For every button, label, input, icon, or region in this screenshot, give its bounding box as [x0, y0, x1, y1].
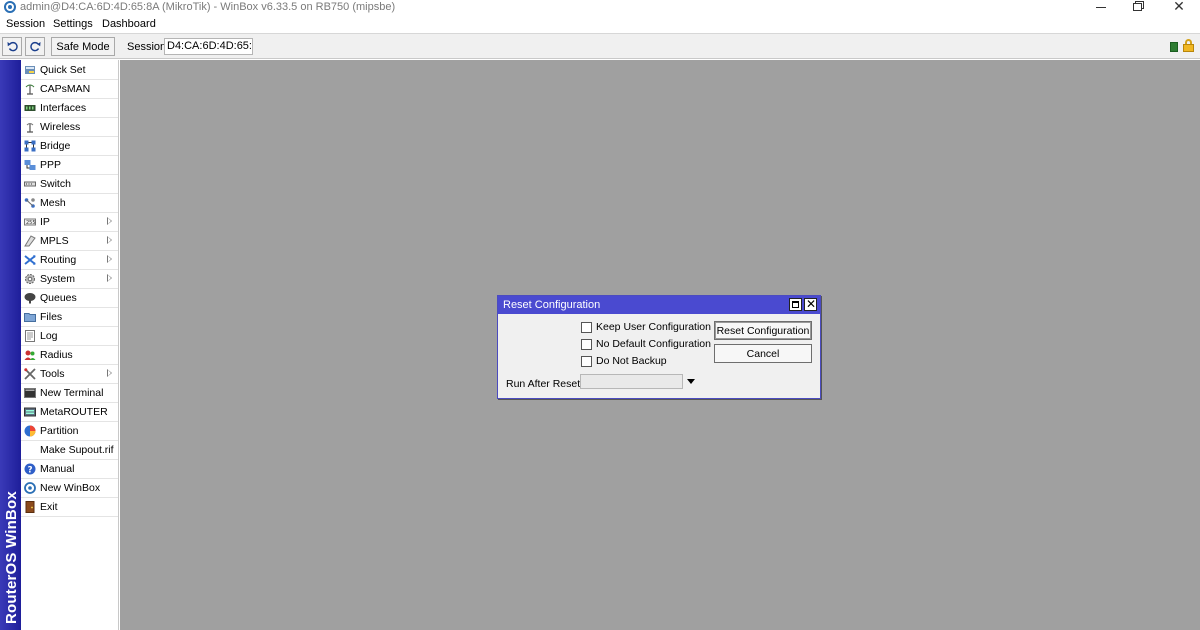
- minimize-icon: [1096, 6, 1106, 8]
- sidebar-item-routing[interactable]: Routing: [21, 251, 118, 270]
- submenu-arrow-icon: [107, 369, 112, 377]
- radius-icon: [24, 350, 36, 360]
- keep-user-configuration-checkbox[interactable]: [581, 321, 592, 333]
- sidebar-item-make-supout[interactable]: Make Supout.rif: [21, 441, 118, 460]
- partition-pie-icon: [24, 425, 36, 437]
- menu-settings[interactable]: Settings: [53, 18, 93, 30]
- tools-icon: [24, 368, 36, 380]
- queues-icon: [24, 293, 36, 304]
- svg-text:255: 255: [26, 220, 36, 226]
- menu-dashboard[interactable]: Dashboard: [102, 18, 156, 30]
- sidebar-item-ip[interactable]: 255 IP: [21, 213, 118, 232]
- minimize-button[interactable]: [1081, 0, 1121, 14]
- do-not-backup-option[interactable]: Do Not Backup: [581, 355, 667, 367]
- close-icon: ✕: [806, 297, 817, 311]
- mesh-icon: [24, 198, 35, 208]
- no-default-configuration-checkbox[interactable]: [581, 338, 592, 350]
- submenu-arrow-icon: [107, 217, 112, 225]
- sidebar-item-files[interactable]: Files: [21, 308, 118, 327]
- interfaces-icon: [24, 105, 36, 111]
- no-default-configuration-option[interactable]: No Default Configuration: [581, 338, 711, 350]
- redo-icon: [29, 41, 40, 52]
- sidebar-item-wireless[interactable]: Wireless: [21, 118, 118, 137]
- reset-configuration-dialog: Reset Configuration ✕ Keep User Configur…: [497, 295, 821, 399]
- sidebar-item-exit[interactable]: Exit: [21, 498, 118, 517]
- run-after-reset-label: Run After Reset:: [506, 378, 584, 390]
- terminal-icon: [24, 388, 36, 398]
- minimize-icon: [792, 301, 799, 308]
- sidebar-item-capsman[interactable]: CAPsMAN: [21, 80, 118, 99]
- submenu-arrow-icon: [107, 274, 112, 282]
- session-field[interactable]: D4:CA:6D:4D:65:8A: [164, 38, 253, 55]
- sidebar-item-system[interactable]: System: [21, 270, 118, 289]
- title-bar: admin@D4:CA:6D:4D:65:8A (MikroTik) - Win…: [0, 0, 1200, 16]
- sidebar-item-mesh[interactable]: Mesh: [21, 194, 118, 213]
- sidebar-menu: Quick Set CAPsMAN Interfaces Wireless Br…: [21, 60, 119, 630]
- close-icon: ✕: [1173, 0, 1185, 15]
- session-label: Session:: [127, 41, 170, 53]
- mpls-icon: [24, 235, 36, 247]
- dialog-minimize-button[interactable]: [789, 298, 802, 311]
- sidebar-item-queues[interactable]: Queues: [21, 289, 118, 308]
- reset-configuration-button[interactable]: Reset Configuration: [714, 321, 812, 340]
- winbox-app-icon: [4, 1, 16, 13]
- cancel-button[interactable]: Cancel: [714, 344, 812, 363]
- restore-icon: [1132, 3, 1142, 11]
- menu-session[interactable]: Session: [6, 18, 45, 30]
- submenu-arrow-icon: [107, 255, 112, 263]
- do-not-backup-checkbox[interactable]: [581, 355, 592, 367]
- undo-icon: [7, 41, 18, 52]
- sidebar-item-bridge[interactable]: Bridge: [21, 137, 118, 156]
- sidebar-item-radius[interactable]: Radius: [21, 346, 118, 365]
- submenu-arrow-icon: [107, 236, 112, 244]
- redo-button[interactable]: [25, 37, 45, 56]
- lock-icon: [1183, 39, 1194, 53]
- dialog-close-button[interactable]: ✕: [804, 297, 817, 311]
- ip-icon: 255: [24, 218, 36, 226]
- sidebar-item-switch[interactable]: Switch: [21, 175, 118, 194]
- sidebar-item-manual[interactable]: ? Manual: [21, 460, 118, 479]
- keep-user-configuration-option[interactable]: Keep User Configuration: [581, 321, 711, 333]
- sidebar-item-quick-set[interactable]: Quick Set: [21, 61, 118, 80]
- sidebar-item-new-terminal[interactable]: New Terminal: [21, 384, 118, 403]
- quick-set-icon: [25, 66, 35, 74]
- restore-button[interactable]: [1117, 0, 1157, 14]
- sidebar-item-new-winbox[interactable]: New WinBox: [21, 479, 118, 498]
- log-icon: [25, 330, 35, 342]
- sidebar-item-mpls[interactable]: MPLS: [21, 232, 118, 251]
- files-folder-icon: [24, 313, 36, 322]
- toolbar: Safe Mode Session: D4:CA:6D:4D:65:8A: [0, 33, 1200, 59]
- dialog-title[interactable]: Reset Configuration: [498, 296, 820, 314]
- bridge-icon: [24, 140, 36, 152]
- wireless-icon: [26, 123, 34, 133]
- winbox-window: admin@D4:CA:6D:4D:65:8A (MikroTik) - Win…: [0, 0, 1200, 630]
- switch-icon: [24, 181, 36, 187]
- svg-text:?: ?: [28, 466, 33, 476]
- routeros-winbox-brand: RouterOS WinBox: [3, 491, 20, 624]
- sidebar-item-ppp[interactable]: PPP: [21, 156, 118, 175]
- connection-status-icon: [1170, 42, 1178, 52]
- window-title: admin@D4:CA:6D:4D:65:8A (MikroTik) - Win…: [20, 1, 396, 13]
- run-after-reset-select[interactable]: [580, 374, 683, 389]
- menu-bar: Session Settings Dashboard: [0, 16, 1200, 33]
- capsman-icon: [25, 84, 35, 95]
- exit-icon: [25, 501, 35, 513]
- sidebar-item-partition[interactable]: Partition: [21, 422, 118, 441]
- dropdown-arrow-icon[interactable]: [687, 379, 695, 384]
- metarouter-icon: [24, 407, 36, 417]
- sidebar-item-tools[interactable]: Tools: [21, 365, 118, 384]
- close-window-button[interactable]: ✕: [1159, 0, 1199, 14]
- new-winbox-icon: [24, 482, 36, 494]
- ppp-icon: [24, 160, 36, 170]
- routing-icon: [24, 255, 36, 265]
- manual-help-icon: ?: [24, 463, 36, 475]
- safe-mode-button[interactable]: Safe Mode: [51, 37, 115, 56]
- sidebar-item-metarouter[interactable]: MetaROUTER: [21, 403, 118, 422]
- system-gear-icon: [25, 274, 35, 284]
- undo-button[interactable]: [2, 37, 22, 56]
- sidebar-item-interfaces[interactable]: Interfaces: [21, 99, 118, 118]
- sidebar-item-log[interactable]: Log: [21, 327, 118, 346]
- supout-icon: [24, 444, 36, 456]
